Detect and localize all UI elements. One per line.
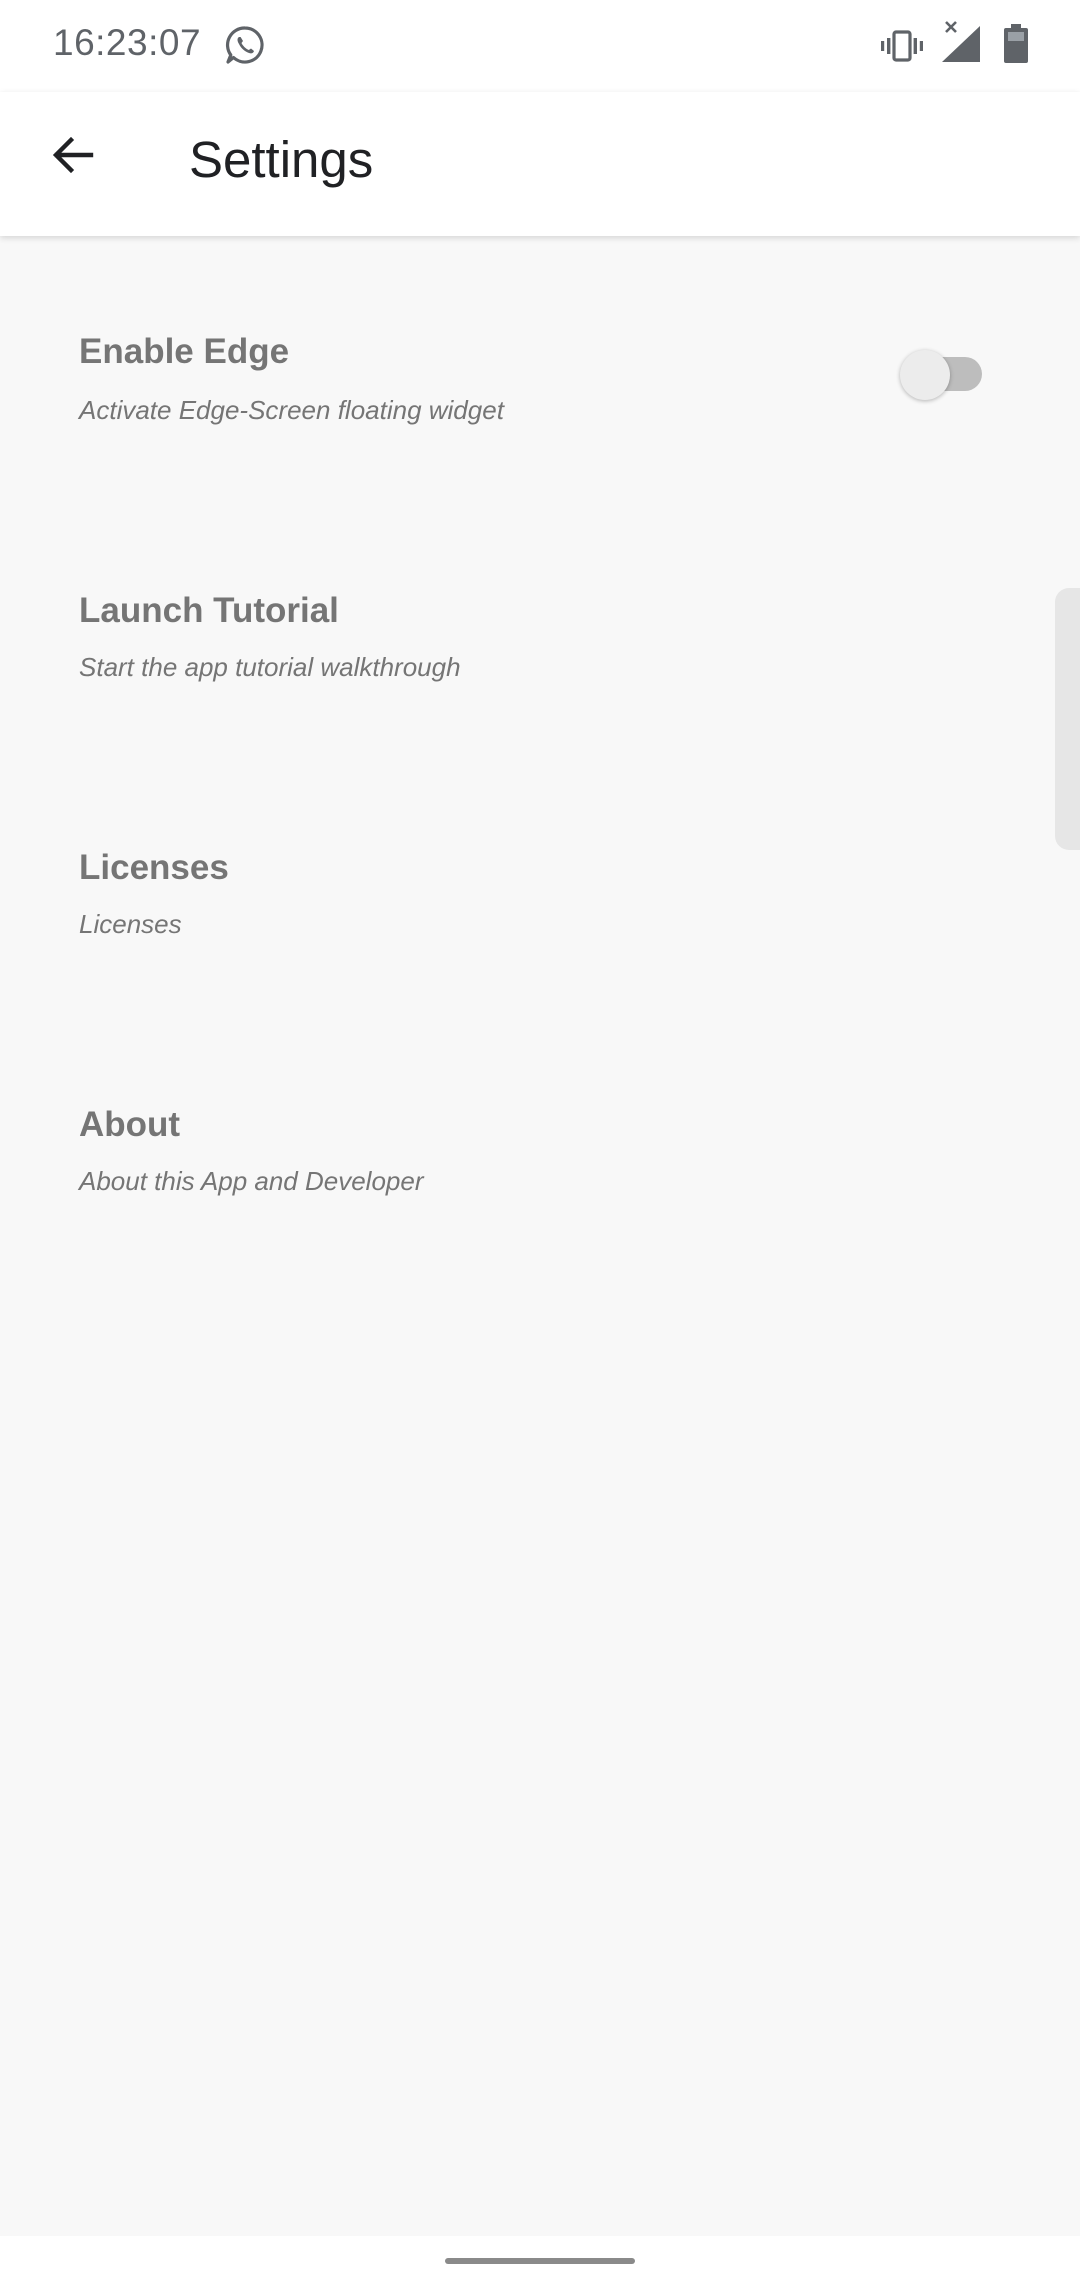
setting-summary: Activate Edge-Screen floating widget (79, 395, 504, 425)
setting-licenses[interactable]: Licenses Licenses (0, 750, 1080, 1007)
setting-enable-edge[interactable]: Enable Edge Activate Edge-Screen floatin… (0, 236, 1080, 493)
toggle-thumb (900, 350, 950, 400)
setting-title: Licenses (79, 848, 229, 887)
setting-summary: Start the app tutorial walkthrough (79, 652, 461, 682)
setting-title: About (79, 1105, 181, 1144)
navigation-bar (0, 2236, 1080, 2280)
edge-screen-handle[interactable] (1055, 588, 1080, 850)
setting-about[interactable]: About About this App and Developer (0, 1007, 1080, 1264)
settings-screen: 16:23:07 Settings Enable Edge Activate E… (0, 0, 1080, 2280)
back-button[interactable] (40, 122, 106, 188)
vibrate-icon (880, 26, 924, 66)
setting-title: Enable Edge (79, 332, 290, 371)
page-title: Settings (189, 131, 374, 188)
battery-icon (1002, 24, 1030, 64)
signal-no-service-icon (940, 20, 984, 64)
whatsapp-icon (224, 24, 266, 66)
app-bar: Settings (0, 92, 1080, 236)
status-time: 16:23:07 (53, 22, 202, 63)
setting-summary: About this App and Developer (79, 1166, 424, 1196)
status-bar: 16:23:07 (0, 0, 1080, 92)
gesture-home-handle[interactable] (445, 2258, 635, 2264)
setting-title: Launch Tutorial (79, 591, 339, 630)
arrow-back-icon (52, 136, 94, 174)
setting-launch-tutorial[interactable]: Launch Tutorial Start the app tutorial w… (0, 493, 1080, 750)
setting-summary: Licenses (79, 909, 182, 939)
enable-edge-toggle[interactable] (900, 348, 984, 400)
settings-list: Enable Edge Activate Edge-Screen floatin… (0, 236, 1080, 1264)
